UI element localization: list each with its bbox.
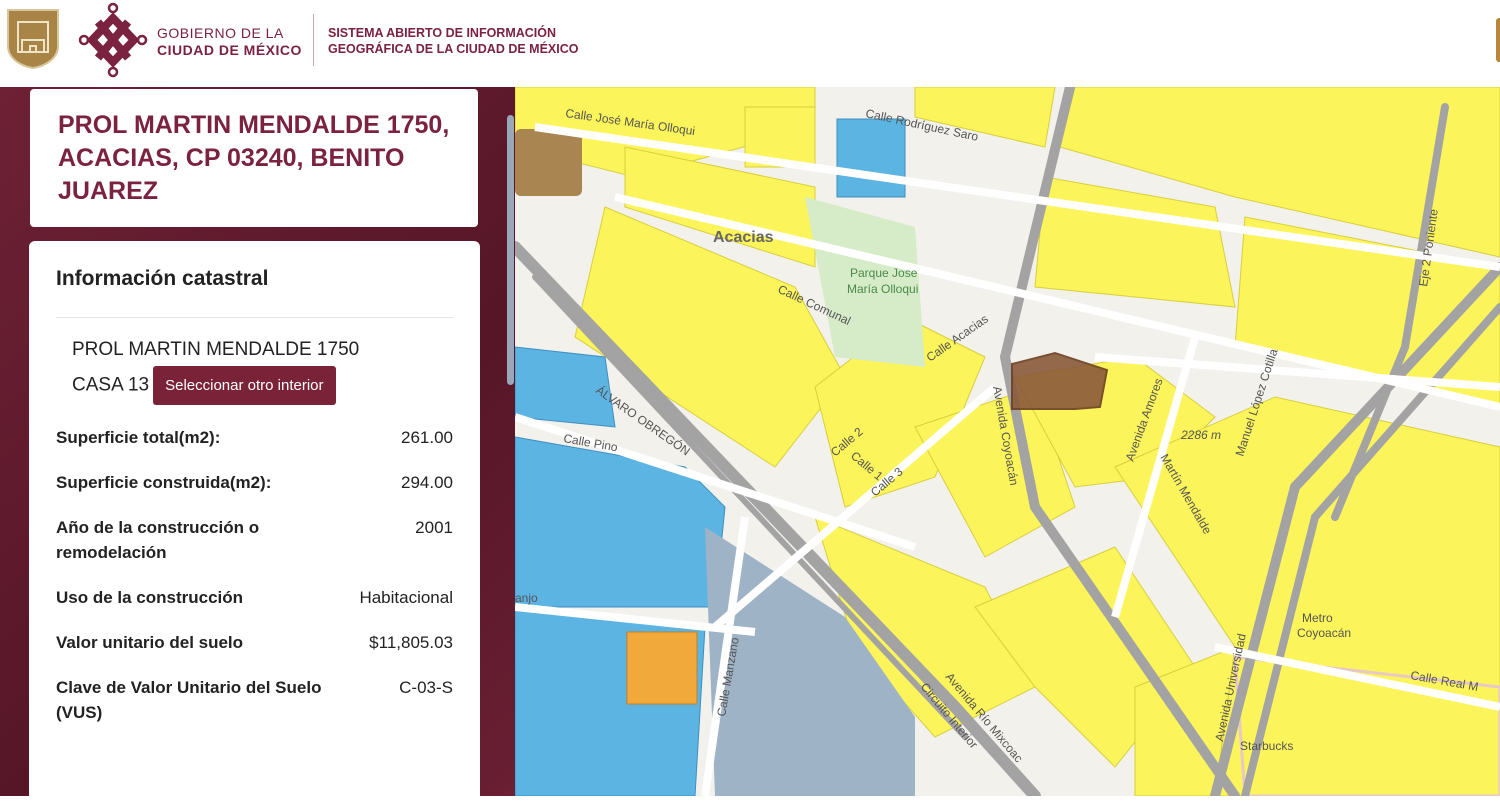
system-line-1: SISTEMA ABIERTO DE INFORMACIÓN xyxy=(328,26,557,40)
info-heading: Información catastral xyxy=(56,267,453,318)
unit-address: PROL MARTIN MENDALDE 1750 xyxy=(72,339,360,360)
unit-info: PROL MARTIN MENDALDE 1750 CASA 13 Selecci… xyxy=(72,334,453,405)
info-label: Uso de la construcción xyxy=(56,588,244,607)
orange-block xyxy=(626,631,698,705)
info-value: 294.00 xyxy=(401,473,453,492)
map[interactable]: Calle José María Olloqui Calle Rodríguez… xyxy=(515,87,1500,796)
cadastral-info-card: Información catastral PROL MARTIN MENDAL… xyxy=(29,241,480,801)
label-metro-coyoacan: Coyoacán xyxy=(1297,626,1351,640)
header-divider xyxy=(313,14,314,66)
info-value: C-03-S xyxy=(399,678,453,697)
system-line-2: GEOGRÁFICA DE LA CIUDAD DE MÉXICO xyxy=(328,42,579,56)
system-name: SISTEMA ABIERTO DE INFORMACIÓN GEOGRÁFIC… xyxy=(328,25,578,57)
info-value: 2001 xyxy=(415,518,453,537)
info-row: Clave de Valor Unitario del Suelo (VUS) C… xyxy=(56,675,453,725)
label-elevation: 2286 m xyxy=(1180,428,1221,442)
gov-line-2: CIUDAD DE MÉXICO xyxy=(157,42,302,58)
gov-line-1: GOBIERNO DE LA xyxy=(157,25,284,41)
cdmx-shield-logo xyxy=(7,9,59,70)
sidebar-scrollbar[interactable] xyxy=(507,115,514,385)
info-label: Año de la construcción o remodelación xyxy=(56,518,260,562)
info-label: Clave de Valor Unitario del Suelo (VUS) xyxy=(56,678,322,722)
header-menu-button[interactable] xyxy=(1496,18,1500,62)
label-parque-2: María Olloqui xyxy=(847,282,918,296)
government-name: GOBIERNO DE LA CIUDAD DE MÉXICO xyxy=(157,25,302,59)
info-label: Valor unitario del suelo xyxy=(56,633,244,652)
header: GOBIERNO DE LA CIUDAD DE MÉXICO SISTEMA … xyxy=(0,0,1500,87)
info-label: Superficie construida(m2): xyxy=(56,473,272,492)
map-canvas[interactable]: Calle José María Olloqui Calle Rodríguez… xyxy=(515,87,1500,796)
info-label: Superficie total(m2): xyxy=(56,428,221,447)
brown-block xyxy=(515,129,582,196)
label-naranjo: anjo xyxy=(515,591,538,605)
unit-interior: CASA 13 xyxy=(72,374,150,396)
info-row: Superficie total(m2): 261.00 xyxy=(56,425,453,450)
label-starbucks: Starbucks xyxy=(1240,739,1293,753)
label-acacias: Acacias xyxy=(713,229,774,246)
address-card: PROL MARTIN MENDALDE 1750, ACACIAS, CP 0… xyxy=(30,89,478,227)
cdmx-knot-logo xyxy=(78,2,148,78)
info-value: Habitacional xyxy=(359,588,453,607)
info-row: Superficie construida(m2): 294.00 xyxy=(56,470,453,495)
select-other-interior-button[interactable]: Seleccionar otro interior xyxy=(153,366,336,405)
label-parque-1: Parque Jose xyxy=(850,266,918,280)
info-row: Año de la construcción o remodelación 200… xyxy=(56,515,453,565)
info-row: Valor unitario del suelo $11,805.03 xyxy=(56,630,453,655)
info-row: Uso de la construcción Habitacional xyxy=(56,585,453,610)
label-metro: Metro xyxy=(1302,611,1333,625)
info-value: $11,805.03 xyxy=(369,633,453,652)
address-title: PROL MARTIN MENDALDE 1750, ACACIAS, CP 0… xyxy=(58,111,450,205)
info-value: 261.00 xyxy=(401,428,453,447)
